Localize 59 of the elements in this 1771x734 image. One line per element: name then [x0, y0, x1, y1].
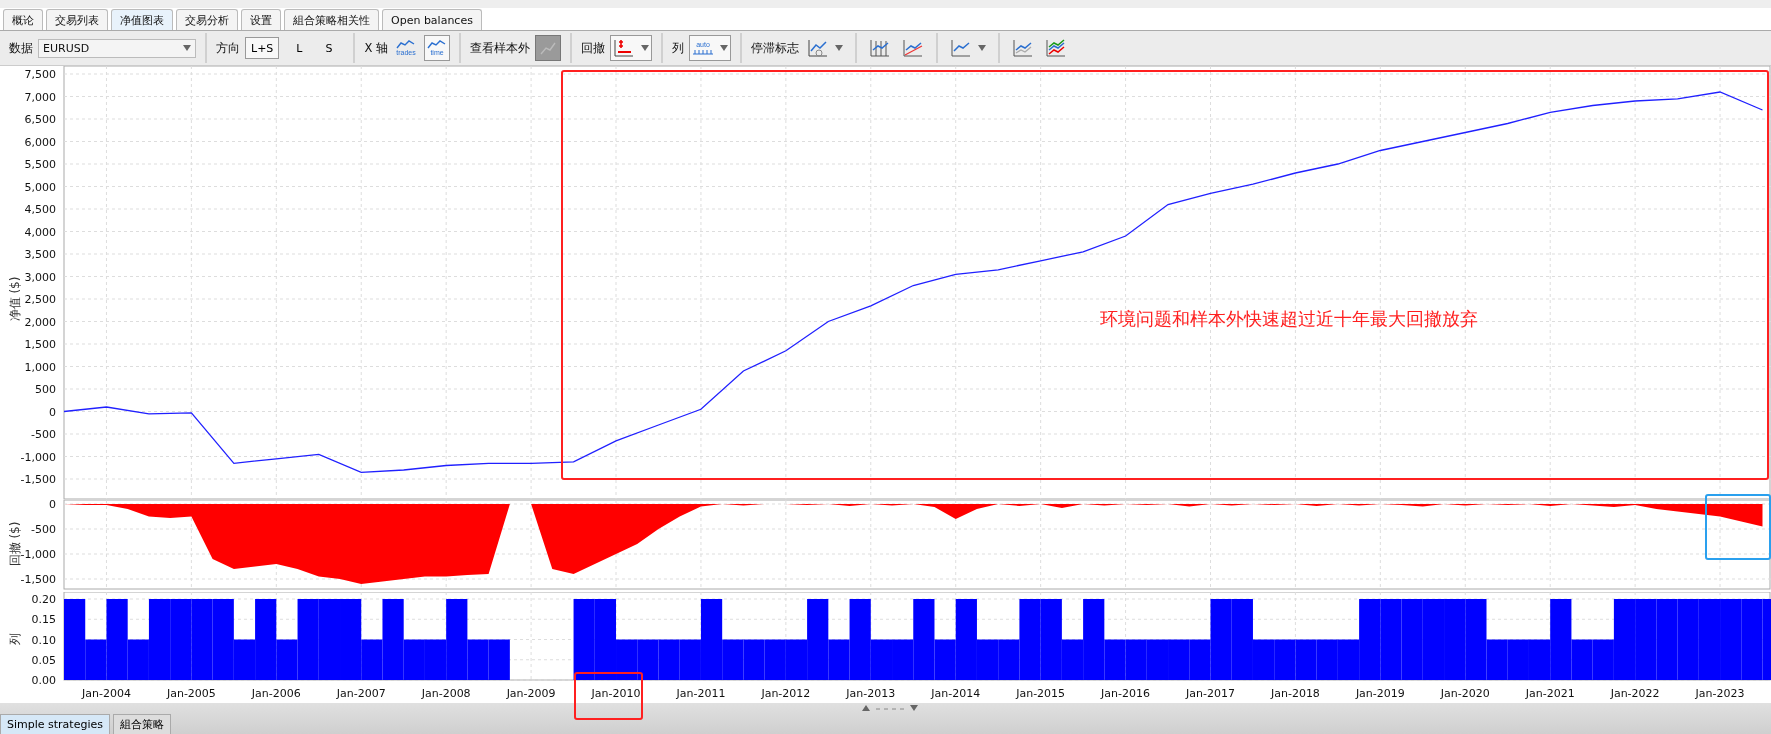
y-tick-label: -1,000 [20, 450, 56, 464]
y-axis-label: 列 [8, 633, 22, 645]
x-tick-label: Jan-2014 [931, 687, 981, 700]
x-tick-label: Jan-2004 [82, 687, 131, 700]
annotation-text: 环境问题和样本外快速超过近十年最大回撤放弃 [1100, 307, 1478, 331]
y-tick-label: 2,500 [24, 293, 56, 306]
x-tick-label: Jan-2015 [1016, 687, 1066, 700]
stagnation-label: 停滞标志 [751, 40, 799, 56]
y-tick-label: 3,000 [24, 270, 56, 284]
x-tick-label: Jan-2012 [761, 687, 811, 700]
y-tick-label: 7,000 [24, 90, 56, 104]
y-tick-label: 1,500 [24, 338, 56, 351]
x-tick-label: Jan-2005 [166, 687, 216, 700]
x-tick-label: Jan-2022 [1610, 687, 1660, 700]
out-of-sample-label: 查看样本外 [470, 40, 530, 56]
y-tick-label: 500 [35, 383, 56, 396]
x-tick-label: Jan-2010 [591, 687, 641, 700]
y-tick-label: 4,500 [24, 203, 56, 216]
y-axis-label: 回撤 ($) [8, 521, 22, 567]
x-axis-label: X 轴 [364, 40, 388, 56]
y-tick-label: 0 [49, 405, 56, 419]
column-label: 列 [672, 40, 684, 56]
direction-label: 方向 [216, 40, 240, 56]
y-tick-label: 0 [49, 500, 56, 511]
y-tick-label: -1,500 [20, 573, 56, 586]
y-tick-label: 0.20 [31, 593, 56, 606]
y-tick-label: -1,000 [20, 548, 56, 561]
x-tick-label: Jan-2006 [251, 687, 301, 700]
y-tick-label: -1,500 [20, 473, 56, 486]
x-tick-label: Jan-2009 [506, 687, 556, 700]
x-tick-label: Jan-2020 [1440, 687, 1490, 700]
y-tick-label: 0.00 [31, 674, 56, 687]
x-tick-label: Jan-2008 [421, 687, 471, 700]
y-tick-label: 5,500 [24, 158, 56, 171]
x-tick-label: Jan-2007 [336, 687, 386, 700]
x-tick-label: Jan-2016 [1101, 687, 1151, 700]
x-tick-label: Jan-2013 [846, 687, 896, 700]
y-tick-label: -500 [31, 428, 56, 441]
x-tick-label: Jan-2019 [1355, 687, 1405, 700]
x-tick-label: Jan-2017 [1186, 687, 1235, 700]
y-tick-label: 7,500 [24, 68, 56, 81]
y-tick-label: 2,000 [24, 315, 56, 329]
x-tick-label: Jan-2023 [1695, 687, 1745, 700]
x-tick-label: Jan-2021 [1525, 687, 1575, 700]
drawdown-label: 回撤 [581, 40, 605, 56]
y-tick-label: 1,000 [24, 360, 56, 374]
y-tick-label: 4,000 [24, 225, 56, 239]
y-axis-label: 净值 ($) [8, 276, 22, 322]
y-tick-label: 0.15 [31, 613, 56, 627]
y-tick-label: 5,000 [24, 180, 56, 194]
y-tick-label: 3,500 [24, 248, 56, 261]
y-tick-label: 6,500 [24, 113, 56, 126]
data-label: 数据 [9, 40, 33, 56]
y-tick-label: 0.05 [31, 653, 56, 667]
x-tick-label: Jan-2011 [676, 687, 726, 700]
y-tick-label: 6,000 [24, 135, 56, 149]
y-tick-label: -500 [31, 523, 56, 536]
y-tick-label: 0.10 [31, 633, 56, 647]
x-tick-label: Jan-2018 [1270, 687, 1320, 700]
